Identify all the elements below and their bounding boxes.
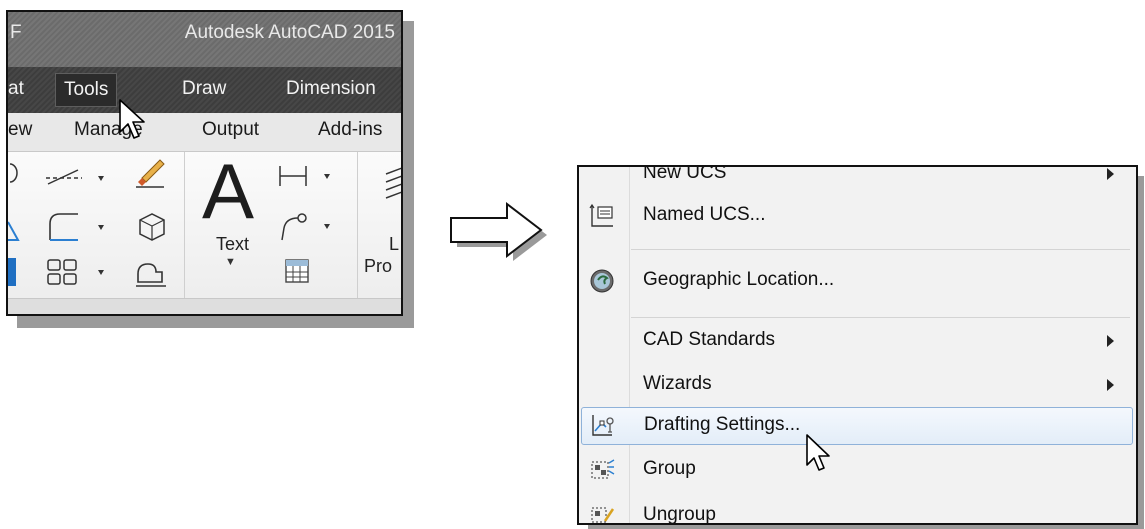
menu-item-format[interactable]: at xyxy=(8,78,24,100)
text-button-label[interactable]: Text xyxy=(216,234,249,255)
menu-separator xyxy=(631,249,1130,250)
ribbon-panel-titles xyxy=(8,298,401,314)
menu-item-dimension[interactable]: Dimension xyxy=(286,78,376,100)
autocad-window-crop: F Autodesk AutoCAD 2015 at Tools Draw Di… xyxy=(6,10,403,316)
3d-solid-icon[interactable] xyxy=(134,210,168,244)
menu-item-label: Named UCS... xyxy=(643,204,766,225)
menu-item-group[interactable]: Group xyxy=(579,451,1136,489)
menu-item-geographic-location[interactable]: Geographic Location... xyxy=(579,262,1136,300)
title-bar: F Autodesk AutoCAD 2015 xyxy=(8,12,401,67)
tools-menu-crop: New UCS Named UCS... Geographic Location… xyxy=(577,165,1138,525)
menu-item-label: New UCS xyxy=(643,165,727,183)
menu-item-cad-standards[interactable]: CAD Standards xyxy=(579,322,1136,360)
menu-item-tools[interactable]: Tools xyxy=(55,73,118,107)
group-icon xyxy=(591,459,615,479)
ribbon-panel: A Text ▼ L Pro xyxy=(8,152,403,314)
layer-label-partial: L xyxy=(389,234,400,254)
text-button-glyph[interactable]: A xyxy=(202,152,254,230)
geographic-location-icon xyxy=(590,269,614,293)
menu-item-label: Drafting Settings... xyxy=(644,414,801,435)
menu-item-label: Group xyxy=(643,458,696,479)
title-left-letter: F xyxy=(10,22,22,43)
menu-item-drafting-settings[interactable]: Drafting Settings... xyxy=(581,407,1133,445)
menu-separator xyxy=(631,317,1130,318)
edit-polyline-icon[interactable] xyxy=(134,256,168,290)
ribbon-separator xyxy=(357,152,358,302)
menu-item-label: Ungroup xyxy=(643,504,716,525)
table-icon[interactable] xyxy=(284,258,310,284)
erase-icon[interactable] xyxy=(134,156,168,190)
named-ucs-icon xyxy=(589,203,613,227)
menu-item-ungroup[interactable]: Ungroup xyxy=(579,497,1136,525)
menu-item-label: Geographic Location... xyxy=(643,269,835,290)
ribbon-tab-view[interactable]: ew xyxy=(8,119,32,141)
mouse-cursor-icon xyxy=(806,434,830,471)
menu-item-wizards[interactable]: Wizards xyxy=(579,366,1136,404)
array-icon[interactable] xyxy=(44,256,114,290)
linear-dimension-icon[interactable] xyxy=(276,162,336,192)
menu-item-label: Wizards xyxy=(643,373,712,394)
menu-item-new-ucs[interactable]: New UCS xyxy=(579,165,1136,193)
window-title: Autodesk AutoCAD 2015 xyxy=(184,22,395,43)
ribbon-separator xyxy=(184,152,185,302)
layer-properties-icon[interactable] xyxy=(384,164,403,204)
mouse-cursor-icon xyxy=(119,99,145,139)
submenu-arrow-icon xyxy=(1107,168,1114,180)
drafting-settings-icon xyxy=(592,415,614,436)
leader-icon[interactable] xyxy=(276,210,336,244)
submenu-arrow-icon xyxy=(1107,379,1114,391)
submenu-arrow-icon xyxy=(1107,335,1114,347)
properties-label-partial: Pro xyxy=(364,256,393,276)
menu-item-draw[interactable]: Draw xyxy=(182,78,226,100)
menu-bar: at Tools Draw Dimension xyxy=(8,67,401,113)
right-arrow-icon xyxy=(450,201,547,261)
ribbon-tab-addins[interactable]: Add-ins xyxy=(318,119,382,141)
menu-item-named-ucs[interactable]: Named UCS... xyxy=(579,197,1136,235)
construction-line-icon[interactable] xyxy=(44,164,114,192)
partial-tool-icons xyxy=(8,163,20,286)
ungroup-icon xyxy=(591,507,615,523)
menu-item-label: CAD Standards xyxy=(643,329,776,350)
ribbon-tab-output[interactable]: Output xyxy=(202,119,259,141)
fillet-icon[interactable] xyxy=(44,210,114,244)
chevron-down-icon[interactable]: ▼ xyxy=(225,256,236,268)
